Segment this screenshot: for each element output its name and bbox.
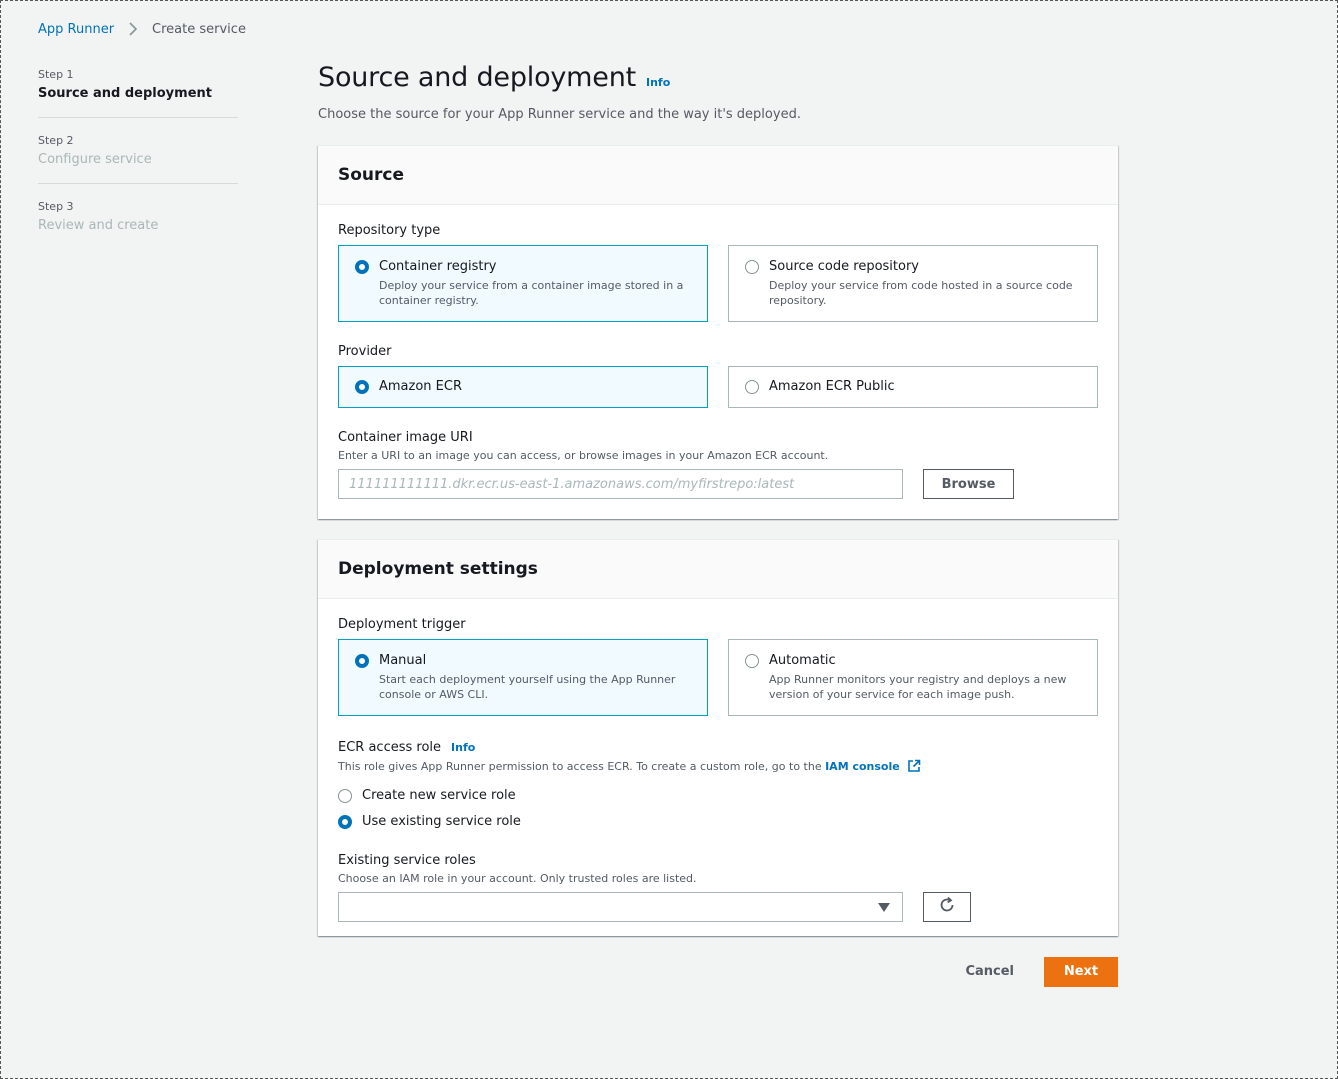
breadcrumb-app-runner-link[interactable]: App Runner — [38, 22, 114, 37]
step-title: Configure service — [38, 152, 152, 167]
existing-service-roles-select[interactable] — [338, 892, 903, 922]
radio-create-new-service-role[interactable] — [338, 788, 352, 803]
breadcrumb-current: Create service — [152, 21, 246, 37]
existing-service-roles-description: Choose an IAM role in your account. Only… — [338, 872, 697, 885]
source-title: Source — [338, 165, 405, 185]
refresh-button[interactable] — [923, 892, 971, 922]
caret-down-icon — [878, 903, 890, 912]
next-button[interactable]: Next — [1044, 956, 1118, 987]
tile-container-registry[interactable]: Container registry Deploy your service f… — [338, 245, 708, 322]
repository-type-tiles: Container registry Deploy your service f… — [338, 245, 1098, 322]
radio-manual[interactable] — [355, 654, 369, 668]
ecr-access-role-label: ECR access role — [338, 740, 442, 755]
deployment-trigger-label: Deployment trigger — [338, 617, 466, 632]
tile-source-code-repository[interactable]: Source code repository Deploy your servi… — [728, 245, 1098, 322]
page-description: Choose the source for your App Runner se… — [318, 107, 801, 122]
tile-description: Deploy your service from code hosted in … — [769, 279, 1073, 307]
container-image-uri-input[interactable] — [338, 469, 903, 499]
radio-automatic[interactable] — [745, 654, 759, 668]
ecr-access-role-info-link[interactable]: Info — [451, 741, 475, 754]
tile-manual[interactable]: Manual Start each deployment yourself us… — [338, 639, 708, 716]
source-container: Source Repository type Container registr… — [318, 145, 1118, 519]
option-create-new-service-role[interactable]: Create new service role — [338, 788, 1098, 803]
step-title: Review and create — [38, 218, 159, 233]
step-number: Step 3 — [38, 200, 74, 213]
tile-description: Deploy your service from a container ima… — [379, 279, 684, 307]
radio-amazon-ecr-public[interactable] — [745, 379, 759, 394]
uri-row: Browse — [338, 469, 1098, 499]
tile-title: Source code repository — [769, 259, 920, 274]
deployment-settings-title: Deployment settings — [338, 559, 538, 579]
ecr-access-role-header: ECR access role Info — [338, 740, 1098, 755]
breadcrumb: App Runner Create service — [38, 21, 246, 37]
existing-service-roles-label: Existing service roles — [338, 853, 476, 868]
radio-use-existing-service-role[interactable] — [338, 814, 352, 829]
tile-title: Amazon ECR — [379, 379, 462, 394]
tile-title: Manual — [379, 653, 427, 668]
radio-container-registry[interactable] — [355, 260, 369, 274]
step-number: Step 1 — [38, 68, 74, 81]
container-image-uri-description: Enter a URI to an image you can access, … — [338, 449, 829, 462]
source-header: Source — [318, 146, 1118, 205]
role-description-text: This role gives App Runner permission to… — [338, 760, 822, 773]
page-title: Source and deployment — [318, 62, 636, 93]
main-content: Source and deployment Info Choose the so… — [318, 62, 1118, 987]
option-label: Create new service role — [362, 788, 516, 803]
deployment-settings-body: Deployment trigger Manual Start each dep… — [318, 599, 1118, 942]
tile-title: Automatic — [769, 653, 836, 668]
wizard-steps: Step 1 Source and deployment Step 2 Conf… — [38, 68, 238, 265]
tile-automatic[interactable]: Automatic App Runner monitors your regis… — [728, 639, 1098, 716]
step-2: Step 2 Configure service — [38, 134, 238, 184]
external-link-icon[interactable] — [907, 759, 921, 776]
deployment-trigger-tiles: Manual Start each deployment yourself us… — [338, 639, 1098, 716]
repository-type-label: Repository type — [338, 223, 441, 238]
tile-title: Container registry — [379, 259, 497, 274]
step-1: Step 1 Source and deployment — [38, 68, 238, 118]
option-label: Use existing service role — [362, 814, 521, 829]
tile-amazon-ecr[interactable]: Amazon ECR — [338, 366, 708, 408]
ecr-access-role-description: This role gives App Runner permission to… — [338, 759, 1098, 776]
provider-label: Provider — [338, 344, 392, 359]
cancel-button[interactable]: Cancel — [935, 956, 1044, 987]
existing-roles-row — [338, 892, 1098, 922]
deployment-settings-header: Deployment settings — [318, 540, 1118, 599]
option-use-existing-service-role[interactable]: Use existing service role — [338, 814, 1098, 829]
page-header: Source and deployment Info — [318, 62, 1118, 93]
browse-button[interactable]: Browse — [923, 469, 1014, 499]
source-body: Repository type Container registry Deplo… — [318, 205, 1118, 519]
form-actions: Cancel Next — [318, 956, 1118, 987]
radio-amazon-ecr[interactable] — [355, 379, 369, 394]
provider-tiles: Amazon ECR Amazon ECR Public — [338, 366, 1098, 408]
container-image-uri-label: Container image URI — [338, 430, 473, 445]
tile-amazon-ecr-public[interactable]: Amazon ECR Public — [728, 366, 1098, 408]
page-info-link[interactable]: Info — [646, 76, 670, 89]
tile-description: Start each deployment yourself using the… — [379, 673, 676, 701]
radio-source-code-repository[interactable] — [745, 260, 759, 274]
tile-description: App Runner monitors your registry and de… — [769, 673, 1067, 701]
step-number: Step 2 — [38, 134, 74, 147]
chevron-right-icon — [126, 21, 140, 37]
refresh-icon — [938, 896, 956, 918]
tile-title: Amazon ECR Public — [769, 379, 895, 394]
deployment-settings-container: Deployment settings Deployment trigger M… — [318, 539, 1118, 936]
step-title: Source and deployment — [38, 86, 212, 101]
step-3: Step 3 Review and create — [38, 200, 238, 249]
iam-console-link[interactable]: IAM console — [825, 760, 900, 773]
